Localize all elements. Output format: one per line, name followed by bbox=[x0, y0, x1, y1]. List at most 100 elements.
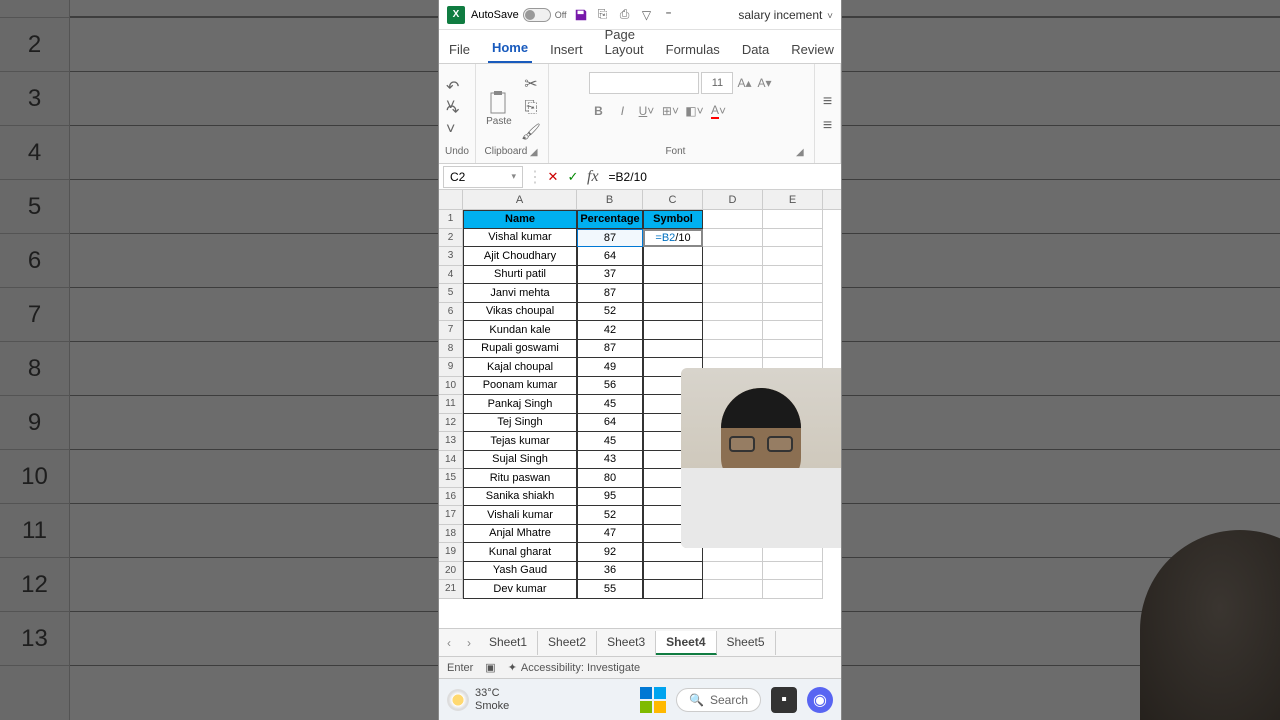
sheet-tab-sheet5[interactable]: Sheet5 bbox=[717, 631, 776, 655]
cell-empty[interactable] bbox=[703, 580, 763, 599]
cell-percentage[interactable]: 95 bbox=[577, 488, 643, 507]
cell-empty[interactable] bbox=[763, 210, 823, 229]
cell-empty[interactable] bbox=[703, 303, 763, 322]
taskbar-search[interactable]: 🔍Search bbox=[676, 688, 761, 712]
cell-name[interactable]: Kunal gharat bbox=[463, 543, 577, 562]
cell-symbol[interactable] bbox=[643, 321, 703, 340]
cell-percentage[interactable]: 47 bbox=[577, 525, 643, 544]
cell-percentage[interactable]: 56 bbox=[577, 377, 643, 396]
cell-percentage[interactable]: 64 bbox=[577, 247, 643, 266]
cell-name[interactable]: Kajal choupal bbox=[463, 358, 577, 377]
clipboard-launcher-icon[interactable]: ◢ bbox=[530, 147, 542, 159]
font-color-button[interactable]: A˅ bbox=[709, 102, 727, 120]
cell-percentage[interactable]: 52 bbox=[577, 506, 643, 525]
cell-symbol[interactable] bbox=[643, 580, 703, 599]
row-header[interactable]: 12 bbox=[439, 414, 462, 433]
header-percentage[interactable]: Percentage bbox=[577, 210, 643, 229]
worksheet-grid[interactable]: A B C D E 123456789101112131415161718192… bbox=[439, 190, 841, 628]
macro-record-icon[interactable]: ▣ bbox=[485, 661, 495, 674]
cell-percentage[interactable]: 45 bbox=[577, 432, 643, 451]
cell-empty[interactable] bbox=[703, 266, 763, 285]
tab-review[interactable]: Review bbox=[787, 36, 838, 63]
redo-button[interactable]: ↷ ˅ bbox=[446, 109, 468, 131]
row-header[interactable]: 10 bbox=[439, 377, 462, 396]
col-header-c[interactable]: C bbox=[643, 190, 703, 209]
bold-button[interactable]: B bbox=[589, 102, 607, 120]
cell-name[interactable]: Ritu paswan bbox=[463, 469, 577, 488]
copy-button[interactable]: ⎘ bbox=[520, 97, 542, 119]
cell-percentage[interactable]: 37 bbox=[577, 266, 643, 285]
font-launcher-icon[interactable]: ◢ bbox=[796, 147, 808, 159]
paste-button[interactable]: Paste bbox=[482, 88, 516, 128]
cell-empty[interactable] bbox=[763, 580, 823, 599]
align-icon-2[interactable]: ≡ bbox=[817, 115, 839, 137]
row-header[interactable]: 2 bbox=[439, 229, 462, 248]
cell-percentage[interactable]: 87 bbox=[577, 284, 643, 303]
formula-input[interactable]: =B2/10 bbox=[603, 170, 841, 184]
row-header[interactable]: 8 bbox=[439, 340, 462, 359]
cell-empty[interactable] bbox=[763, 303, 823, 322]
underline-button[interactable]: U˅ bbox=[637, 102, 655, 120]
name-box[interactable]: C2▾ bbox=[443, 166, 523, 188]
sheet-tab-sheet3[interactable]: Sheet3 bbox=[597, 631, 656, 655]
overflow-icon[interactable]: ⁼ bbox=[661, 7, 677, 23]
cell-empty[interactable] bbox=[763, 340, 823, 359]
cell-percentage[interactable]: 36 bbox=[577, 562, 643, 581]
cell-percentage[interactable]: 49 bbox=[577, 358, 643, 377]
row-header[interactable]: 15 bbox=[439, 469, 462, 488]
row-header[interactable]: 3 bbox=[439, 247, 462, 266]
row-header[interactable]: 18 bbox=[439, 525, 462, 544]
tab-home[interactable]: Home bbox=[488, 34, 532, 63]
row-header[interactable]: 5 bbox=[439, 284, 462, 303]
row-header[interactable]: 16 bbox=[439, 488, 462, 507]
cell-percentage[interactable]: 92 bbox=[577, 543, 643, 562]
border-button[interactable]: ⊞˅ bbox=[661, 102, 679, 120]
cell-percentage[interactable]: 80 bbox=[577, 469, 643, 488]
cell-empty[interactable] bbox=[763, 266, 823, 285]
cell-percentage[interactable]: 45 bbox=[577, 395, 643, 414]
cell-percentage[interactable]: 42 bbox=[577, 321, 643, 340]
cell-name[interactable]: Sanika shiakh bbox=[463, 488, 577, 507]
cell-empty[interactable] bbox=[763, 321, 823, 340]
cell-empty[interactable] bbox=[703, 284, 763, 303]
cell-name[interactable]: Ajit Choudhary bbox=[463, 247, 577, 266]
cell-name[interactable]: Poonam kumar bbox=[463, 377, 577, 396]
cell-symbol[interactable] bbox=[643, 340, 703, 359]
cell-name[interactable]: Sujal Singh bbox=[463, 451, 577, 470]
cell-empty[interactable] bbox=[703, 229, 763, 248]
cell-symbol[interactable] bbox=[643, 247, 703, 266]
fx-icon[interactable]: fx bbox=[583, 168, 603, 186]
decrease-font-icon[interactable]: A▾ bbox=[755, 74, 773, 92]
cell-empty[interactable] bbox=[703, 210, 763, 229]
cell-empty[interactable] bbox=[703, 321, 763, 340]
header-symbol[interactable]: Symbol bbox=[643, 210, 703, 229]
col-header-b[interactable]: B bbox=[577, 190, 643, 209]
cell-empty[interactable] bbox=[703, 562, 763, 581]
cell-percentage[interactable]: 64 bbox=[577, 414, 643, 433]
cell-percentage[interactable]: 43 bbox=[577, 451, 643, 470]
cell-name[interactable]: Tej Singh bbox=[463, 414, 577, 433]
cell-name[interactable]: Anjal Mhatre bbox=[463, 525, 577, 544]
italic-button[interactable]: I bbox=[613, 102, 631, 120]
cell-percentage[interactable]: 52 bbox=[577, 303, 643, 322]
active-cell-c2[interactable]: =B2/10 bbox=[643, 229, 703, 248]
col-header-d[interactable]: D bbox=[703, 190, 763, 209]
tab-file[interactable]: File bbox=[445, 36, 474, 63]
row-header[interactable]: 17 bbox=[439, 506, 462, 525]
tab-pagelayout[interactable]: Page Layout bbox=[601, 21, 648, 63]
cell-name[interactable]: Rupali goswami bbox=[463, 340, 577, 359]
cell-symbol[interactable] bbox=[643, 303, 703, 322]
cell-symbol[interactable] bbox=[643, 266, 703, 285]
col-header-a[interactable]: A bbox=[463, 190, 577, 209]
cell-name[interactable]: Shurti patil bbox=[463, 266, 577, 285]
row-header[interactable]: 21 bbox=[439, 580, 462, 599]
taskbar-app-2[interactable]: ◉ bbox=[807, 687, 833, 713]
sheet-tab-sheet4[interactable]: Sheet4 bbox=[656, 631, 716, 655]
fill-color-button[interactable]: ◧˅ bbox=[685, 102, 703, 120]
tab-insert[interactable]: Insert bbox=[546, 36, 587, 63]
row-header[interactable]: 20 bbox=[439, 562, 462, 581]
cell-symbol[interactable] bbox=[643, 284, 703, 303]
tab-formulas[interactable]: Formulas bbox=[662, 36, 724, 63]
save-icon[interactable] bbox=[573, 7, 589, 23]
cell-name[interactable]: Tejas kumar bbox=[463, 432, 577, 451]
